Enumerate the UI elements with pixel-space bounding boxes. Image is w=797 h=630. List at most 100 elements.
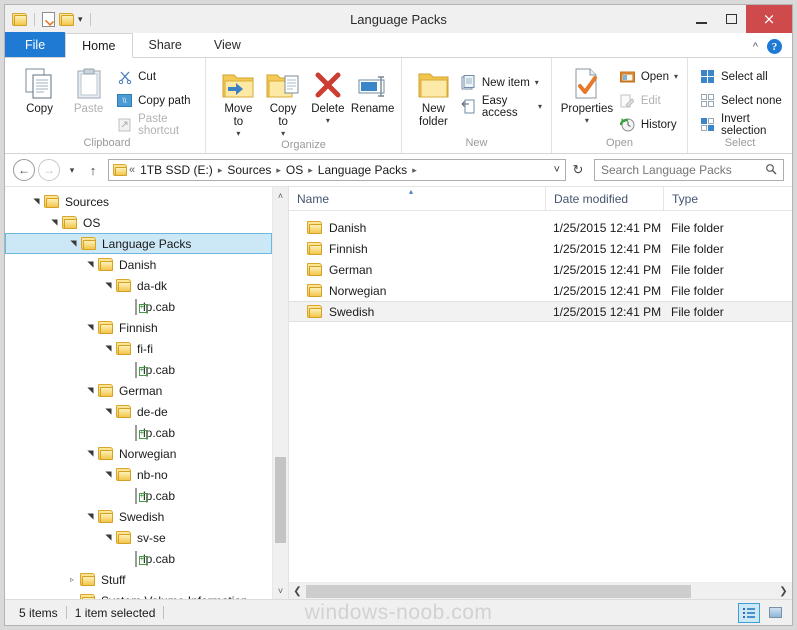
up-button[interactable]: ↑ bbox=[84, 159, 102, 181]
scrollbar-track[interactable] bbox=[306, 583, 775, 600]
new-folder-icon[interactable] bbox=[59, 12, 74, 26]
address-dropdown-icon[interactable]: ˅ bbox=[554, 164, 560, 176]
search-box[interactable]: Search Language Packs bbox=[594, 159, 784, 181]
tree-node[interactable]: ◢ Norwegian bbox=[5, 443, 272, 464]
tab-file[interactable]: File bbox=[5, 32, 66, 57]
refresh-button[interactable]: ↻ bbox=[569, 159, 587, 181]
tree-expand-open-icon[interactable]: ◢ bbox=[86, 384, 95, 398]
tree-node[interactable]: lp.cab bbox=[5, 485, 272, 506]
new-item-button[interactable]: New item ▾ bbox=[457, 72, 545, 93]
history-button[interactable]: History bbox=[616, 114, 681, 135]
tree-node[interactable]: ◢ Sources bbox=[5, 191, 272, 212]
tree-expand-open-icon[interactable]: ◢ bbox=[86, 258, 95, 272]
cut-button[interactable]: Cut bbox=[113, 66, 199, 87]
tree-node[interactable]: ◢ nb-no bbox=[5, 464, 272, 485]
tree-node[interactable]: lp.cab bbox=[5, 422, 272, 443]
open-button[interactable]: Open ▾ bbox=[616, 66, 681, 87]
tree-node[interactable]: ◢ fi-fi bbox=[5, 338, 272, 359]
tree-expand-open-icon[interactable]: ◢ bbox=[104, 468, 113, 482]
tree-node[interactable]: ◢ sv-se bbox=[5, 527, 272, 548]
file-list-horizontal-scrollbar[interactable]: ❮ ❯ bbox=[289, 582, 792, 599]
tree-expand-open-icon[interactable]: ◢ bbox=[86, 447, 95, 461]
tree-node[interactable]: ◢ Language Packs bbox=[5, 233, 272, 254]
tree-expand-open-icon[interactable]: ◢ bbox=[86, 510, 95, 524]
new-folder-button[interactable]: New folder bbox=[410, 62, 457, 129]
tree-node[interactable]: lp.cab bbox=[5, 296, 272, 317]
maximize-button[interactable] bbox=[716, 5, 746, 33]
breadcrumb-separator-icon[interactable]: ▸ bbox=[216, 165, 225, 176]
breadcrumb-separator-icon[interactable]: ▸ bbox=[274, 165, 283, 176]
tab-view[interactable]: View bbox=[198, 32, 257, 57]
edit-button[interactable]: Edit bbox=[616, 90, 681, 111]
tree-node[interactable]: ◢ OS bbox=[5, 212, 272, 233]
tree-node[interactable]: lp.cab bbox=[5, 548, 272, 569]
tree-expand-open-icon[interactable]: ◢ bbox=[69, 237, 78, 251]
table-row[interactable]: German 1/25/2015 12:41 PM File folder bbox=[289, 259, 792, 280]
tree-expand-open-icon[interactable]: ◢ bbox=[104, 279, 113, 293]
tree-expand-open-icon[interactable]: ◢ bbox=[104, 531, 113, 545]
collapse-ribbon-icon[interactable]: ^ bbox=[753, 41, 758, 53]
properties-icon[interactable] bbox=[42, 11, 55, 27]
tree-expand-open-icon[interactable]: ◢ bbox=[104, 405, 113, 419]
tree-node[interactable]: ◢ Danish bbox=[5, 254, 272, 275]
scroll-up-button[interactable]: ˄ bbox=[273, 187, 288, 204]
column-header-name[interactable]: Name ▴ bbox=[289, 187, 545, 211]
move-to-button[interactable]: Move to ▾ bbox=[216, 62, 261, 139]
folder-icon[interactable] bbox=[12, 12, 27, 26]
easy-access-button[interactable]: Easy access ▾ bbox=[457, 95, 545, 119]
breadcrumb-separator-icon[interactable]: ▸ bbox=[410, 165, 419, 176]
tree-node[interactable]: ◢ Swedish bbox=[5, 506, 272, 527]
breadcrumb-overflow-icon[interactable]: « bbox=[127, 164, 137, 176]
copy-button[interactable]: Copy bbox=[15, 62, 64, 116]
tree-node[interactable]: ◢ de-de bbox=[5, 401, 272, 422]
column-header-date-modified[interactable]: Date modified bbox=[545, 186, 663, 211]
tree-expand-closed-icon[interactable]: ▹ bbox=[65, 575, 79, 584]
tree-expand-open-icon[interactable]: ◢ bbox=[50, 216, 59, 230]
tree-expand-open-icon[interactable]: ◢ bbox=[86, 321, 95, 335]
copy-to-caret-icon[interactable]: ▾ bbox=[281, 129, 285, 138]
minimize-button[interactable] bbox=[686, 5, 716, 33]
tree-node[interactable]: ▹ Stuff bbox=[5, 569, 272, 590]
large-icons-view-button[interactable] bbox=[764, 603, 786, 623]
tree-expand-open-icon[interactable]: ◢ bbox=[32, 195, 41, 209]
column-header-type[interactable]: Type bbox=[663, 186, 792, 211]
table-row[interactable]: Finnish 1/25/2015 12:41 PM File folder bbox=[289, 238, 792, 259]
table-row[interactable]: Norwegian 1/25/2015 12:41 PM File folder bbox=[289, 280, 792, 301]
paste-button[interactable]: Paste bbox=[64, 62, 113, 116]
breadcrumb-item-drive[interactable]: 1TB SSD (E:) bbox=[137, 163, 216, 177]
tree-node[interactable]: ◢ da-dk bbox=[5, 275, 272, 296]
navigation-scrollbar[interactable]: ˄ ˅ bbox=[272, 187, 288, 599]
scroll-down-button[interactable]: ˅ bbox=[273, 582, 288, 599]
breadcrumb-bar[interactable]: « 1TB SSD (E:) ▸ Sources ▸ OS ▸ Language… bbox=[108, 159, 566, 181]
tree-node[interactable]: ◢ German bbox=[5, 380, 272, 401]
properties-caret-icon[interactable]: ▾ bbox=[585, 116, 589, 125]
breadcrumb-item-language-packs[interactable]: Language Packs bbox=[315, 163, 410, 177]
search-input[interactable]: Search Language Packs bbox=[601, 163, 765, 177]
tree-node[interactable]: System Volume Information bbox=[5, 590, 272, 599]
scrollbar-thumb[interactable] bbox=[275, 457, 286, 543]
tab-home[interactable]: Home bbox=[65, 33, 133, 58]
breadcrumb-item-sources[interactable]: Sources bbox=[224, 163, 274, 177]
breadcrumb-separator-icon[interactable]: ▸ bbox=[306, 165, 315, 176]
table-row[interactable]: Danish 1/25/2015 12:41 PM File folder bbox=[289, 217, 792, 238]
tree-node[interactable]: lp.cab bbox=[5, 359, 272, 380]
delete-caret-icon[interactable]: ▾ bbox=[326, 116, 330, 125]
open-caret-icon[interactable]: ▾ bbox=[674, 72, 678, 81]
paste-shortcut-button[interactable]: Paste shortcut bbox=[113, 113, 199, 137]
breadcrumb-item-os[interactable]: OS bbox=[283, 163, 306, 177]
recent-locations-button[interactable]: ▾ bbox=[63, 159, 81, 181]
details-view-button[interactable] bbox=[738, 602, 760, 623]
easy-access-caret-icon[interactable]: ▾ bbox=[538, 102, 542, 111]
copy-to-button[interactable]: Copy to ▾ bbox=[261, 62, 306, 139]
scroll-right-button[interactable]: ❯ bbox=[775, 586, 792, 597]
back-button[interactable]: ← bbox=[13, 159, 35, 181]
qat-dropdown-caret-icon[interactable]: ▾ bbox=[78, 14, 83, 25]
properties-button[interactable]: Properties ▾ bbox=[558, 62, 616, 125]
help-icon[interactable]: ? bbox=[767, 39, 782, 54]
rename-button[interactable]: Rename bbox=[350, 62, 395, 116]
move-to-caret-icon[interactable]: ▾ bbox=[236, 129, 240, 138]
delete-button[interactable]: Delete ▾ bbox=[306, 62, 351, 125]
new-item-caret-icon[interactable]: ▾ bbox=[535, 78, 539, 87]
forward-button[interactable]: → bbox=[38, 159, 60, 181]
select-none-button[interactable]: Select none bbox=[696, 90, 786, 111]
